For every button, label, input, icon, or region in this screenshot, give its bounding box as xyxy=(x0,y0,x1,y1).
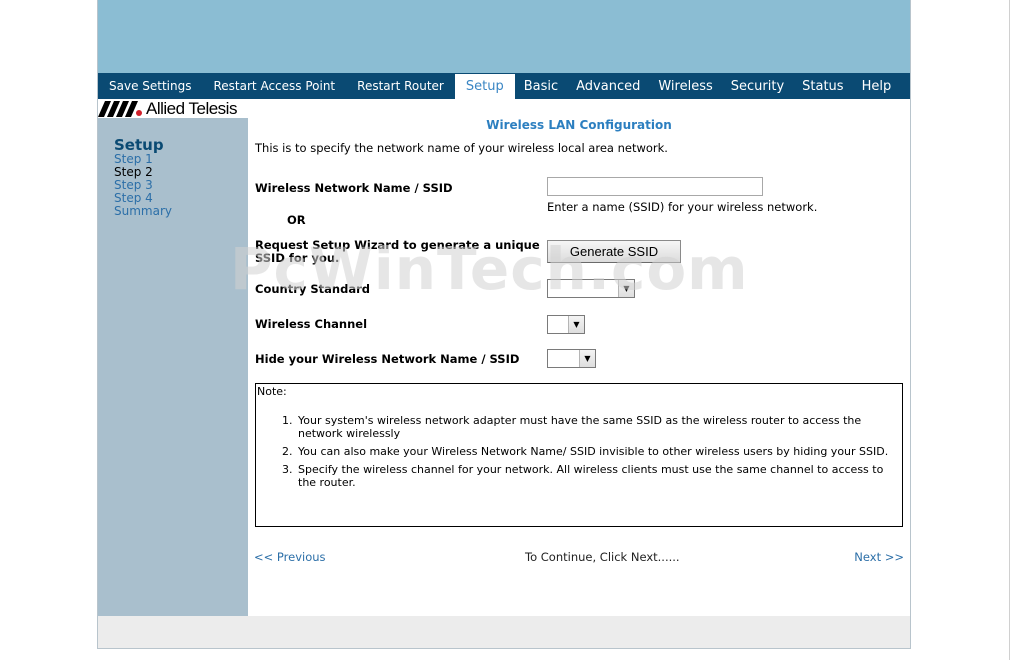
wireless-channel-select[interactable]: ▼ xyxy=(547,315,585,334)
wizard-label-line-2: SSID for you. xyxy=(255,251,340,265)
top-nav-bar: Save Settings Restart Access Point Resta… xyxy=(98,73,910,99)
wireless-channel-label: Wireless Channel xyxy=(255,317,368,331)
vertical-scrollbar[interactable] xyxy=(1009,0,1022,660)
hide-ssid-select[interactable]: ▼ xyxy=(547,349,596,368)
allied-telesis-logo: Allied Telesis xyxy=(98,99,248,118)
chevron-down-icon: ▼ xyxy=(579,350,595,367)
nav-status-tab[interactable]: Status xyxy=(793,73,852,99)
logo-brand-text: Allied Telesis xyxy=(146,98,237,118)
nav-restart-access-point[interactable]: Restart Access Point xyxy=(203,73,347,99)
continue-instruction: To Continue, Click Next...... xyxy=(525,550,680,564)
nav-setup-tab[interactable]: Setup xyxy=(454,74,515,99)
note-item-3: Specify the wireless channel for your ne… xyxy=(296,463,901,489)
nav-advanced-tab[interactable]: Advanced xyxy=(567,73,649,99)
allied-telesis-logo-icon xyxy=(98,100,142,117)
nav-security-tab[interactable]: Security xyxy=(722,73,793,99)
wizard-label: Request Setup Wizard to generate a uniqu… xyxy=(255,239,540,265)
note-box: Note: Your system's wireless network ada… xyxy=(255,383,903,527)
note-item-1: Your system's wireless network adapter m… xyxy=(296,414,901,440)
ssid-input[interactable] xyxy=(547,177,763,196)
footer-band xyxy=(98,616,910,648)
nav-wireless-tab[interactable]: Wireless xyxy=(649,73,721,99)
router-page-frame: Save Settings Restart Access Point Resta… xyxy=(97,0,911,649)
chevron-down-icon: ▼ xyxy=(618,280,634,297)
ssid-label: Wireless Network Name / SSID xyxy=(255,181,453,195)
header-banner xyxy=(98,0,910,73)
note-label: Note: xyxy=(257,385,287,398)
note-item-2: You can also make your Wireless Network … xyxy=(296,445,901,458)
page-title: Wireless LAN Configuration xyxy=(486,118,672,132)
country-standard-select[interactable]: ▼ xyxy=(547,279,635,298)
previous-link[interactable]: << Previous xyxy=(254,550,326,564)
sidebar-steps: Step 1 Step 2 Step 3 Step 4 Summary xyxy=(114,153,172,218)
or-separator: OR xyxy=(287,213,306,227)
hide-ssid-label: Hide your Wireless Network Name / SSID xyxy=(255,352,520,366)
main-content: Wireless LAN Configuration This is to sp… xyxy=(248,99,910,616)
nav-help-tab[interactable]: Help xyxy=(853,73,901,99)
generate-ssid-button[interactable]: Generate SSID xyxy=(547,240,681,263)
nav-save-settings[interactable]: Save Settings xyxy=(98,73,203,99)
intro-text: This is to specify the network name of y… xyxy=(255,141,668,155)
sidebar-summary[interactable]: Summary xyxy=(114,205,172,218)
next-link[interactable]: Next >> xyxy=(854,550,904,564)
note-list: Your system's wireless network adapter m… xyxy=(256,414,901,494)
setup-sidebar: Setup Step 1 Step 2 Step 3 Step 4 Summar… xyxy=(98,118,248,616)
nav-basic-tab[interactable]: Basic xyxy=(515,73,567,99)
country-standard-label: Country Standard xyxy=(255,282,371,296)
ssid-hint: Enter a name (SSID) for your wireless ne… xyxy=(547,200,818,214)
chevron-down-icon: ▼ xyxy=(568,316,584,333)
nav-restart-router[interactable]: Restart Router xyxy=(346,73,455,99)
